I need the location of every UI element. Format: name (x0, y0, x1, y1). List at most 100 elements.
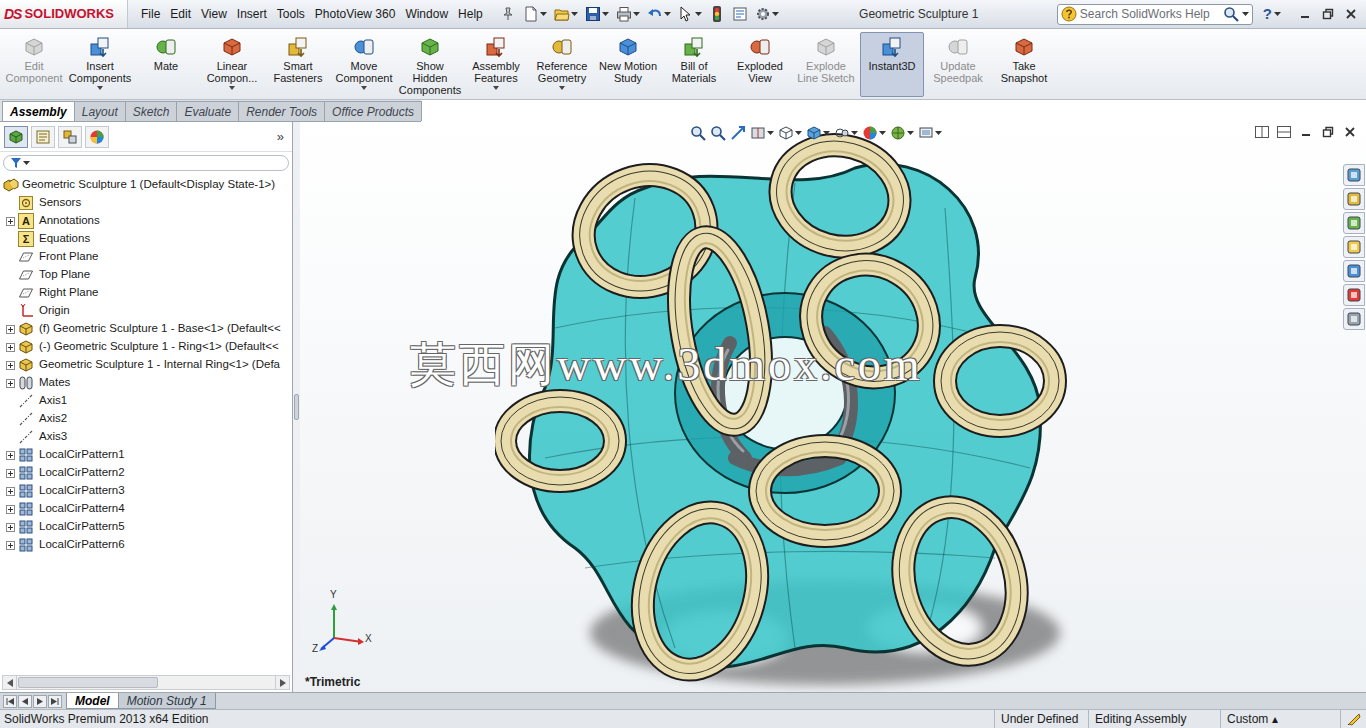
dropdown-arrow-icon[interactable] (879, 130, 886, 136)
section-view-icon[interactable] (750, 125, 766, 141)
ribbon-button[interactable]: Show Hidden Components (398, 32, 462, 97)
view-palette-icon[interactable] (1343, 260, 1365, 282)
splitter-handle[interactable] (294, 394, 299, 420)
expand-icon[interactable] (6, 451, 15, 460)
quick-access-button[interactable] (676, 3, 704, 25)
tool-icon[interactable] (748, 35, 772, 59)
view-tool-button[interactable] (690, 124, 706, 142)
ribbon-button[interactable]: Bill of Materials (662, 32, 726, 97)
panel-tab-button[interactable] (85, 126, 109, 148)
command-tab[interactable]: Assembly (2, 101, 75, 121)
expand-icon[interactable] (6, 523, 15, 532)
menu-item[interactable]: File (136, 3, 165, 25)
expand-icon[interactable] (6, 505, 15, 514)
tree-item[interactable]: LocalCirPattern6 (0, 536, 292, 554)
undo-icon[interactable] (647, 5, 663, 23)
command-tab[interactable]: Layout (74, 101, 126, 121)
dropdown-arrow-icon[interactable] (1242, 11, 1249, 17)
open-icon[interactable] (554, 5, 570, 23)
rebuild-icon[interactable] (709, 5, 725, 23)
ribbon-button[interactable]: Exploded View (728, 32, 792, 97)
search-icon[interactable] (1223, 6, 1239, 22)
split-view-icon[interactable] (1254, 125, 1270, 139)
expand-icon[interactable] (6, 361, 15, 370)
expand-icon[interactable] (6, 487, 15, 496)
zoom-to-fit-icon[interactable] (690, 125, 706, 141)
ribbon-button[interactable]: Assembly Features (464, 32, 528, 97)
options-icon[interactable] (755, 5, 771, 23)
property-manager-icon[interactable] (35, 129, 51, 145)
tool-icon[interactable] (616, 35, 640, 59)
tree-root[interactable]: Geometric Sculpture 1 (Default<Display S… (0, 176, 292, 194)
tree-item[interactable]: Top Plane (0, 266, 292, 284)
model-tab[interactable]: Motion Study 1 (118, 693, 216, 709)
custom-properties-icon[interactable] (1343, 308, 1365, 330)
tree-item[interactable]: Axis3 (0, 428, 292, 446)
split-view-icon[interactable] (1276, 125, 1292, 139)
tool-icon[interactable] (352, 35, 376, 59)
dropdown-arrow-icon[interactable] (935, 130, 942, 136)
tool-icon[interactable] (88, 35, 112, 59)
tree-item[interactable]: Front Plane (0, 248, 292, 266)
tool-icon[interactable] (286, 35, 310, 59)
dropdown-arrow-icon[interactable] (907, 130, 914, 136)
tool-icon[interactable] (220, 35, 244, 59)
quick-access-button[interactable] (552, 3, 580, 25)
minimize-icon[interactable] (1299, 8, 1311, 20)
configuration-manager-icon[interactable] (62, 129, 78, 145)
view-tool-button[interactable] (862, 124, 886, 142)
dropdown-arrow-icon[interactable] (493, 86, 499, 90)
dropdown-arrow-icon[interactable] (664, 11, 671, 17)
window-control[interactable] (1293, 4, 1316, 24)
tool-icon[interactable] (418, 35, 442, 59)
quick-access-button[interactable] (707, 3, 727, 25)
quick-access-button[interactable] (753, 3, 781, 25)
dropdown-arrow-icon[interactable] (602, 11, 609, 17)
save-icon[interactable] (585, 5, 601, 23)
tree-item[interactable]: LocalCirPattern5 (0, 518, 292, 536)
panel-tab-button[interactable] (4, 126, 28, 148)
expand-icon[interactable] (6, 217, 15, 226)
horizontal-scrollbar[interactable] (2, 675, 290, 690)
tree-item[interactable]: Right Plane (0, 284, 292, 302)
quick-access-button[interactable] (498, 3, 518, 25)
tree-item[interactable]: (f) Geometric Sculpture 1 - Base<1> (Def… (0, 320, 292, 338)
dropdown-arrow-icon[interactable] (571, 11, 578, 17)
tree-item[interactable]: LocalCirPattern1 (0, 446, 292, 464)
ribbon-button[interactable]: New Motion Study (596, 32, 660, 97)
ribbon-button[interactable]: Linear Compon... (200, 32, 264, 97)
appearance-manager-icon[interactable] (89, 129, 105, 145)
ribbon-button[interactable]: Instant3D (860, 32, 924, 97)
command-tab[interactable]: Sketch (125, 101, 178, 121)
ribbon-button[interactable]: Insert Components (68, 32, 132, 97)
tree-item[interactable]: (-) Geometric Sculpture 1 - Ring<1> (Def… (0, 338, 292, 356)
menu-item[interactable]: Edit (165, 3, 196, 25)
dropdown-arrow-icon[interactable] (823, 130, 830, 136)
view-tool-button[interactable] (918, 124, 942, 142)
feature-tree-icon[interactable] (8, 129, 24, 145)
design-library-icon[interactable] (1343, 212, 1365, 234)
tool-icon[interactable] (154, 35, 178, 59)
print-icon[interactable] (616, 5, 632, 23)
tree-item[interactable]: LocalCirPattern2 (0, 464, 292, 482)
tree-item[interactable]: ΣEquations (0, 230, 292, 248)
tree-item[interactable]: Mates (0, 374, 292, 392)
view-tool-button[interactable] (778, 124, 802, 142)
search-box[interactable] (1057, 4, 1253, 25)
menu-item[interactable]: Window (400, 3, 453, 25)
dropdown-arrow-icon[interactable] (633, 11, 640, 17)
view-tool-button[interactable] (890, 124, 914, 142)
pin-icon[interactable] (500, 5, 516, 23)
quick-access-button[interactable] (583, 3, 611, 25)
window-control[interactable] (1316, 4, 1339, 24)
view-tool-button[interactable] (730, 124, 746, 142)
zoom-to-area-icon[interactable] (710, 125, 726, 141)
quick-access-button[interactable] (521, 3, 549, 25)
tool-icon[interactable] (484, 35, 508, 59)
appearances-icon[interactable] (1343, 284, 1365, 306)
quick-access-button[interactable] (730, 3, 750, 25)
apply-scene-icon[interactable] (890, 125, 906, 141)
tree-item[interactable]: LocalCirPattern4 (0, 500, 292, 518)
filter-box[interactable] (3, 155, 289, 171)
tree-item[interactable]: Origin (0, 302, 292, 320)
